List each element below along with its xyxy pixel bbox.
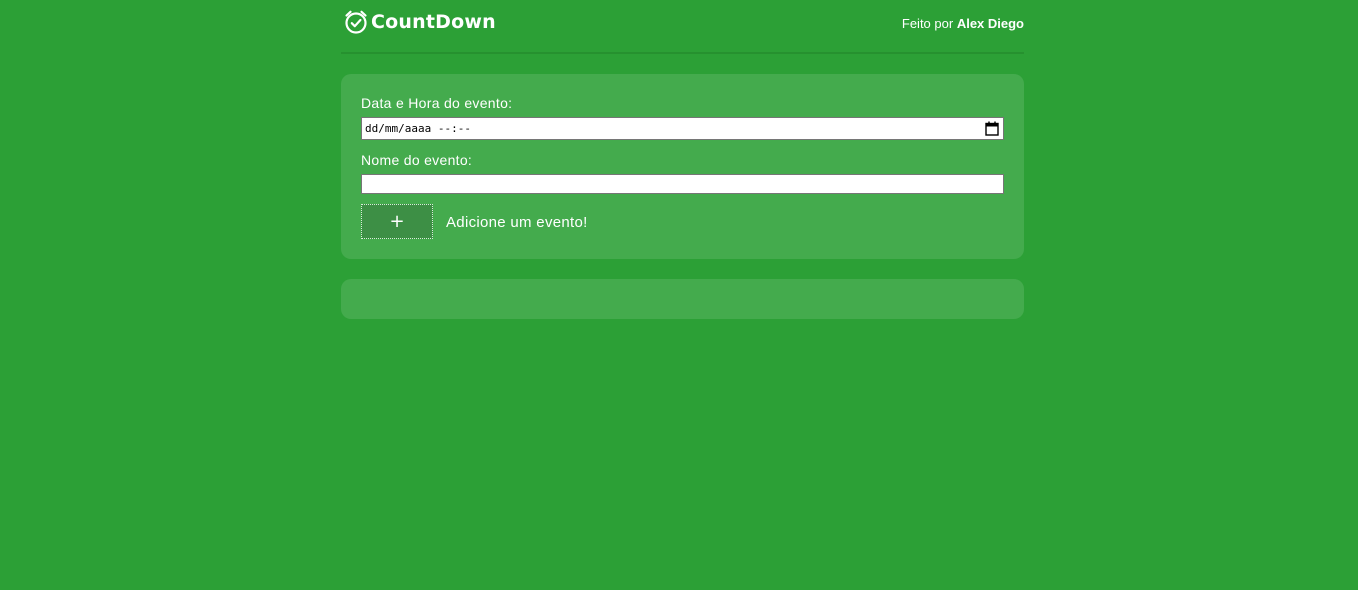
add-event-hint: Adicione um evento! <box>446 214 588 231</box>
alarm-clock-check-icon <box>343 9 369 35</box>
event-form-card: Data e Hora do evento: dd/mm/aaaa --:-- … <box>341 74 1024 259</box>
credit-author: Alex Diego <box>956 16 1024 31</box>
author-credit: Feito por Alex Diego <box>902 16 1024 32</box>
calendar-icon[interactable] <box>985 121 999 136</box>
events-list <box>341 279 1024 319</box>
event-name-label: Nome do evento: <box>361 152 473 168</box>
date-time-input[interactable]: dd/mm/aaaa --:-- <box>361 117 1004 140</box>
add-event-button[interactable]: + <box>361 204 433 239</box>
page-container: CountDown Feito por Alex Diego Data e Ho… <box>341 0 1024 319</box>
app-title: CountDown <box>371 11 496 33</box>
event-name-input[interactable] <box>361 174 1004 194</box>
app-logo: CountDown <box>343 9 496 35</box>
credit-prefix: Feito por <box>901 16 957 31</box>
date-time-value: dd/mm/aaaa --:-- <box>365 122 471 135</box>
app-header: CountDown Feito por Alex Diego <box>341 0 1024 54</box>
date-time-label: Data e Hora do evento: <box>361 95 513 111</box>
